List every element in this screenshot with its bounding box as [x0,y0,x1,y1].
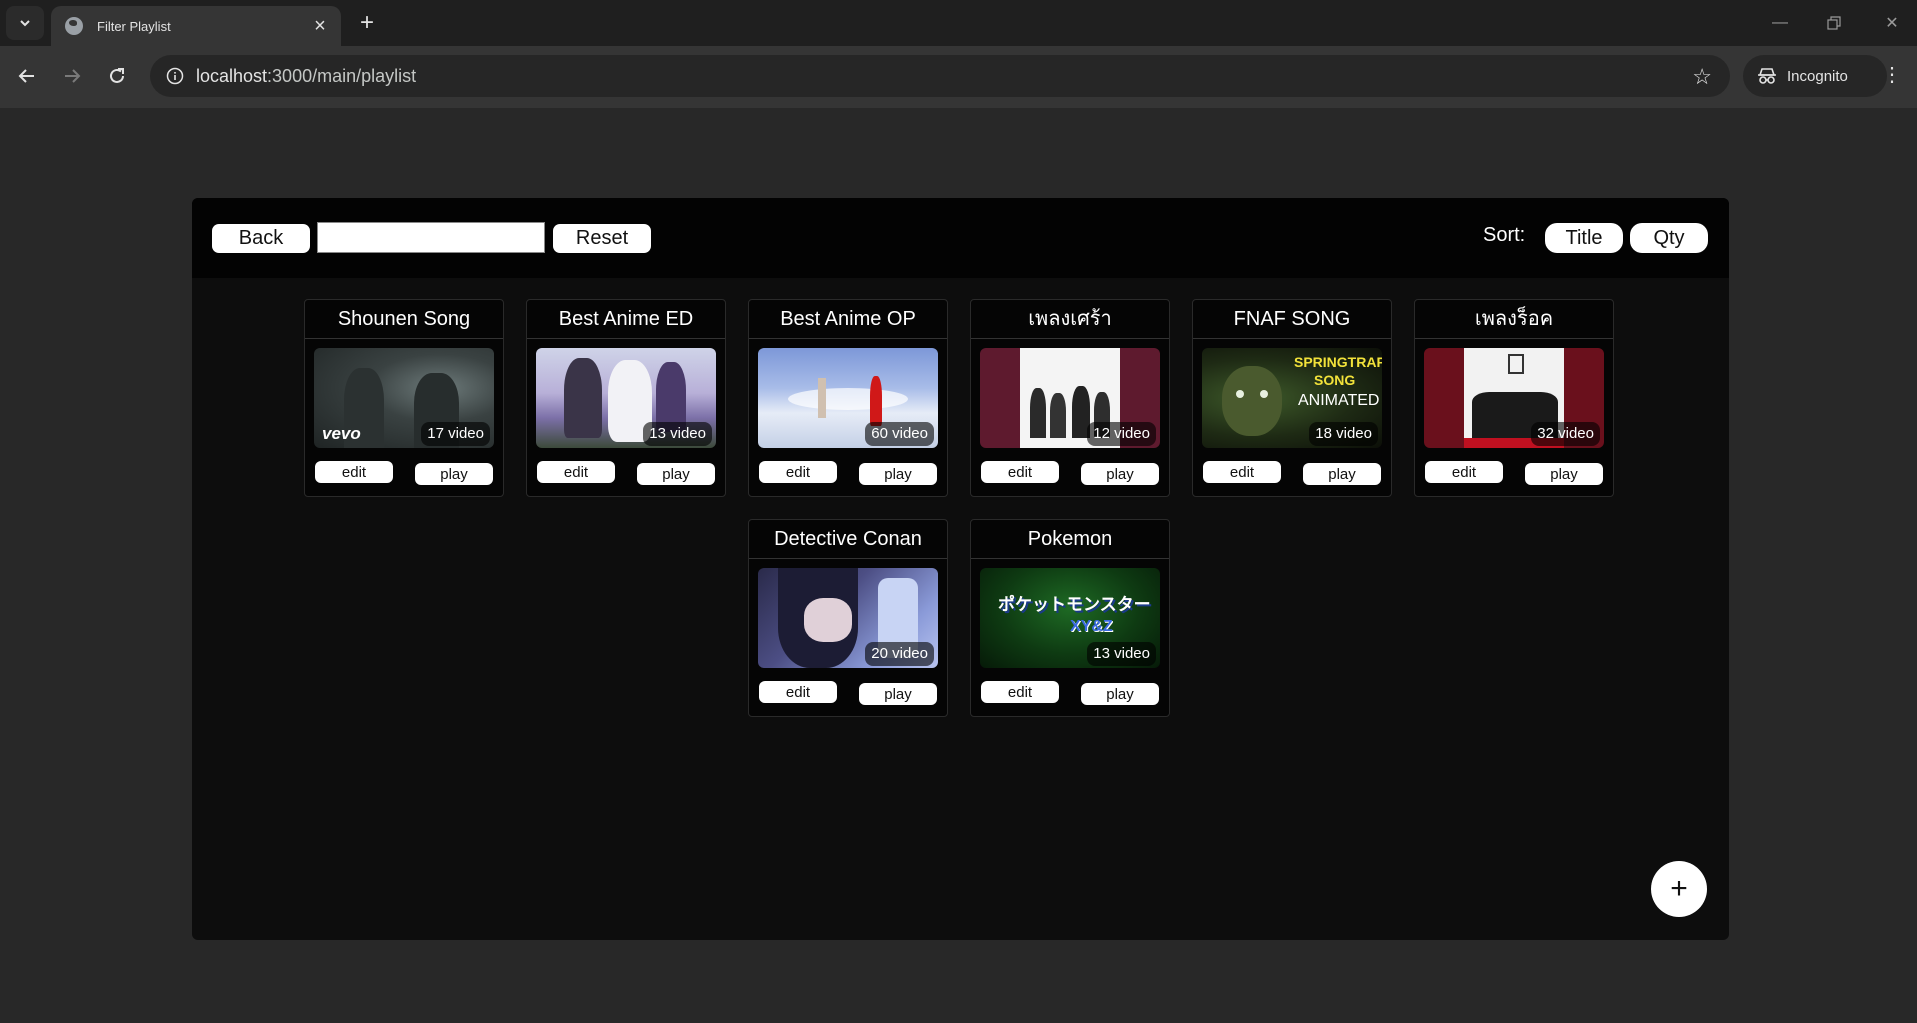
playlist-thumbnail[interactable]: 13 video [536,348,716,448]
close-window-icon[interactable]: ✕ [1872,8,1912,38]
thumb-text-song: SONG [1314,372,1356,388]
chevron-down-icon [20,20,30,27]
bookmark-star-icon[interactable]: ☆ [1692,64,1712,90]
play-button[interactable]: play [415,463,493,485]
restore-icon[interactable] [1814,8,1854,38]
site-info-icon[interactable] [164,65,186,87]
playlist-card: Detective Conan 20 video edit play [748,519,948,717]
incognito-indicator[interactable]: Incognito [1743,55,1887,97]
thumb-text-springtrap: SPRINGTRAP [1294,354,1382,370]
browser-tab-strip: Filter Playlist × + — ✕ [0,0,1917,46]
play-button[interactable]: play [1525,463,1603,485]
tab-search-button[interactable] [6,6,44,40]
video-count: 12 video [1087,422,1156,446]
playlist-card: เพลงเศร้า 12 video edit play [970,299,1170,497]
playlist-thumbnail[interactable]: 32 video [1424,348,1604,448]
playlist-title: เพลงเศร้า [971,300,1169,339]
playlist-title: Shounen Song [305,300,503,339]
playlist-title: Best Anime ED [527,300,725,339]
sort-qty-button[interactable]: Qty [1630,223,1708,253]
thumb-text-pokemon: ポケットモンスター [998,595,1151,614]
incognito-label: Incognito [1787,67,1848,85]
back-arrow-icon[interactable] [10,59,44,93]
video-count: 13 video [643,422,712,446]
play-button[interactable]: play [1081,683,1159,705]
url-path: :3000/main/playlist [267,66,417,86]
filter-input[interactable] [317,222,545,253]
video-count: 18 video [1309,422,1378,446]
playlist-thumbnail[interactable]: vevo 17 video [314,348,494,448]
play-button[interactable]: play [637,463,715,485]
reload-icon[interactable] [100,59,134,93]
play-button[interactable]: play [1303,463,1381,485]
url-host: localhost [196,66,268,86]
video-count: 17 video [421,422,490,446]
playlist-card: Pokemon ポケットモンスター XY&Z 13 video edit pla… [970,519,1170,717]
edit-button[interactable]: edit [315,461,393,483]
active-tab[interactable]: Filter Playlist × [51,6,341,46]
edit-button[interactable]: edit [981,461,1059,483]
edit-button[interactable]: edit [1203,461,1281,483]
back-button[interactable]: Back [212,224,310,253]
tab-title: Filter Playlist [97,18,171,34]
playlist-title: Pokemon [971,520,1169,559]
vevo-logo: vevo [322,424,361,443]
incognito-icon [1758,68,1776,84]
playlist-thumbnail[interactable]: ポケットモンスター XY&Z 13 video [980,568,1160,668]
minimize-icon[interactable]: — [1760,8,1800,38]
playlist-title: เพลงร็อค [1415,300,1613,339]
panel-header: Back Reset Sort: Title Qty [192,198,1729,278]
edit-button[interactable]: edit [759,681,837,703]
edit-button[interactable]: edit [981,681,1059,703]
new-tab-button[interactable]: + [352,8,382,38]
playlist-card: Shounen Song vevo 17 video edit play [304,299,504,497]
close-tab-icon[interactable]: × [307,15,333,38]
add-playlist-button[interactable]: + [1651,861,1707,917]
play-button[interactable]: play [859,463,937,485]
video-count: 60 video [865,422,934,446]
edit-button[interactable]: edit [1425,461,1503,483]
url-text: localhost:3000/main/playlist [196,66,416,87]
playlist-title: FNAF SONG [1193,300,1391,339]
address-bar[interactable]: localhost:3000/main/playlist ☆ [150,55,1730,97]
playlist-card: FNAF SONG SPRINGTRAP SONG ANIMATED 18 vi… [1192,299,1392,497]
playlist-title: Detective Conan [749,520,947,559]
playlist-thumbnail[interactable]: SPRINGTRAP SONG ANIMATED 18 video [1202,348,1382,448]
browser-menu-icon[interactable]: ⋮ [1882,62,1902,87]
thumb-text-xyz: XY&Z [1070,618,1113,635]
playlist-card: เพลงร็อค 32 video edit play [1414,299,1614,497]
video-count: 32 video [1531,422,1600,446]
globe-icon [65,17,83,35]
playlist-card: Best Anime ED 13 video edit play [526,299,726,497]
video-count: 13 video [1087,642,1156,666]
play-button[interactable]: play [1081,463,1159,485]
play-button[interactable]: play [859,683,937,705]
playlist-thumbnail[interactable]: 60 video [758,348,938,448]
sort-label: Sort: [1483,224,1526,246]
video-count: 20 video [865,642,934,666]
edit-button[interactable]: edit [759,461,837,483]
sort-title-button[interactable]: Title [1545,223,1623,253]
reset-button[interactable]: Reset [553,224,651,253]
edit-button[interactable]: edit [537,461,615,483]
playlist-thumbnail[interactable]: 12 video [980,348,1160,448]
browser-toolbar: localhost:3000/main/playlist ☆ Incognito… [0,46,1917,108]
playlist-title: Best Anime OP [749,300,947,339]
playlist-panel: Back Reset Sort: Title Qty Shounen Song … [192,198,1729,940]
playlist-thumbnail[interactable]: 20 video [758,568,938,668]
thumb-text-animated: ANIMATED [1298,392,1380,409]
playlist-card: Best Anime OP 60 video edit play [748,299,948,497]
forward-arrow-icon[interactable] [55,59,89,93]
